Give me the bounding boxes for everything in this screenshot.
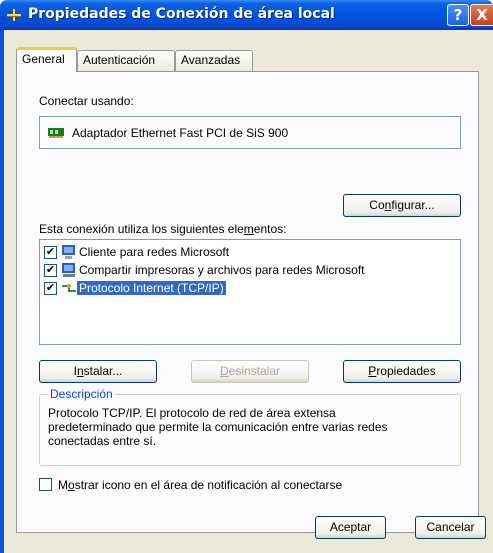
show-icon-checkbox[interactable] (39, 478, 52, 491)
show-icon-option[interactable]: Mostrar icono en el área de notificación… (39, 477, 439, 493)
network-client-icon (62, 245, 75, 259)
list-item-compartir-impresoras[interactable]: ✔ Compartir impresoras y archivos para r… (40, 262, 460, 280)
uninstall-button[interactable]: Desinstalar (191, 360, 309, 383)
show-icon-label: Mostrar icono en el área de notificación… (58, 478, 343, 492)
list-item-label-selected: Protocolo Internet (TCP/IP) (77, 281, 226, 295)
adapter-field: Adaptador Ethernet Fast PCI de SiS 900 (39, 116, 461, 149)
title-bar[interactable]: Propiedades de Conexión de área local ? … (0, 0, 493, 30)
network-connection-icon (7, 9, 21, 21)
install-button[interactable]: Instalar... (39, 360, 157, 383)
properties-button[interactable]: Propiedades (343, 360, 461, 383)
description-line: conectadas entre sí. (48, 434, 157, 448)
accept-button[interactable]: Aceptar (315, 516, 386, 539)
components-label: Esta conexión utiliza los siguientes ele… (39, 222, 287, 236)
network-protocol-icon (62, 284, 76, 292)
components-list[interactable]: ✔ Cliente para redes Microsoft ✔ Compart… (39, 239, 461, 345)
description-text: Protocolo TCP/IP. El protocolo de red de… (48, 406, 448, 448)
checkbox-cliente-redes[interactable]: ✔ (44, 246, 57, 259)
description-group: Descripción Protocolo TCP/IP. El protoco… (39, 387, 461, 466)
network-adapter-icon (48, 128, 64, 138)
checkbox-compartir-impresoras[interactable]: ✔ (44, 264, 57, 277)
close-button[interactable]: X (470, 4, 493, 26)
general-tab-panel: Conectar usando: Adaptador Ethernet Fast… (16, 71, 479, 533)
window-title: Propiedades de Conexión de área local (28, 6, 335, 22)
tab-avanzadas[interactable]: Avanzadas (175, 50, 253, 71)
checkbox-protocolo-tcpip[interactable]: ✔ (44, 282, 57, 295)
file-printer-sharing-icon (62, 263, 75, 277)
dialog-client-area: General Autenticación Avanzadas Conectar… (4, 30, 493, 553)
properties-dialog: Propiedades de Conexión de área local ? … (0, 0, 493, 553)
description-legend: Descripción (48, 387, 115, 401)
adapter-name: Adaptador Ethernet Fast PCI de SiS 900 (72, 126, 289, 140)
list-item-label: Compartir impresoras y archivos para red… (79, 263, 365, 277)
list-item-cliente-redes[interactable]: ✔ Cliente para redes Microsoft (40, 244, 460, 262)
tab-autenticacion[interactable]: Autenticación (77, 50, 175, 71)
tab-general[interactable]: General (16, 47, 77, 72)
description-line: predeterminado que permite la comunicaci… (48, 420, 388, 434)
description-line: Protocolo TCP/IP. El protocolo de red de… (48, 406, 336, 420)
list-item-label: Cliente para redes Microsoft (79, 245, 230, 259)
configure-button[interactable]: Configurar... (343, 194, 461, 217)
help-button[interactable]: ? (447, 4, 469, 26)
cancel-button[interactable]: Cancelar (415, 516, 486, 539)
connect-using-label: Conectar usando: (39, 94, 134, 108)
list-item-protocolo-tcpip[interactable]: ✔ Protocolo Internet (TCP/IP) (40, 280, 460, 298)
